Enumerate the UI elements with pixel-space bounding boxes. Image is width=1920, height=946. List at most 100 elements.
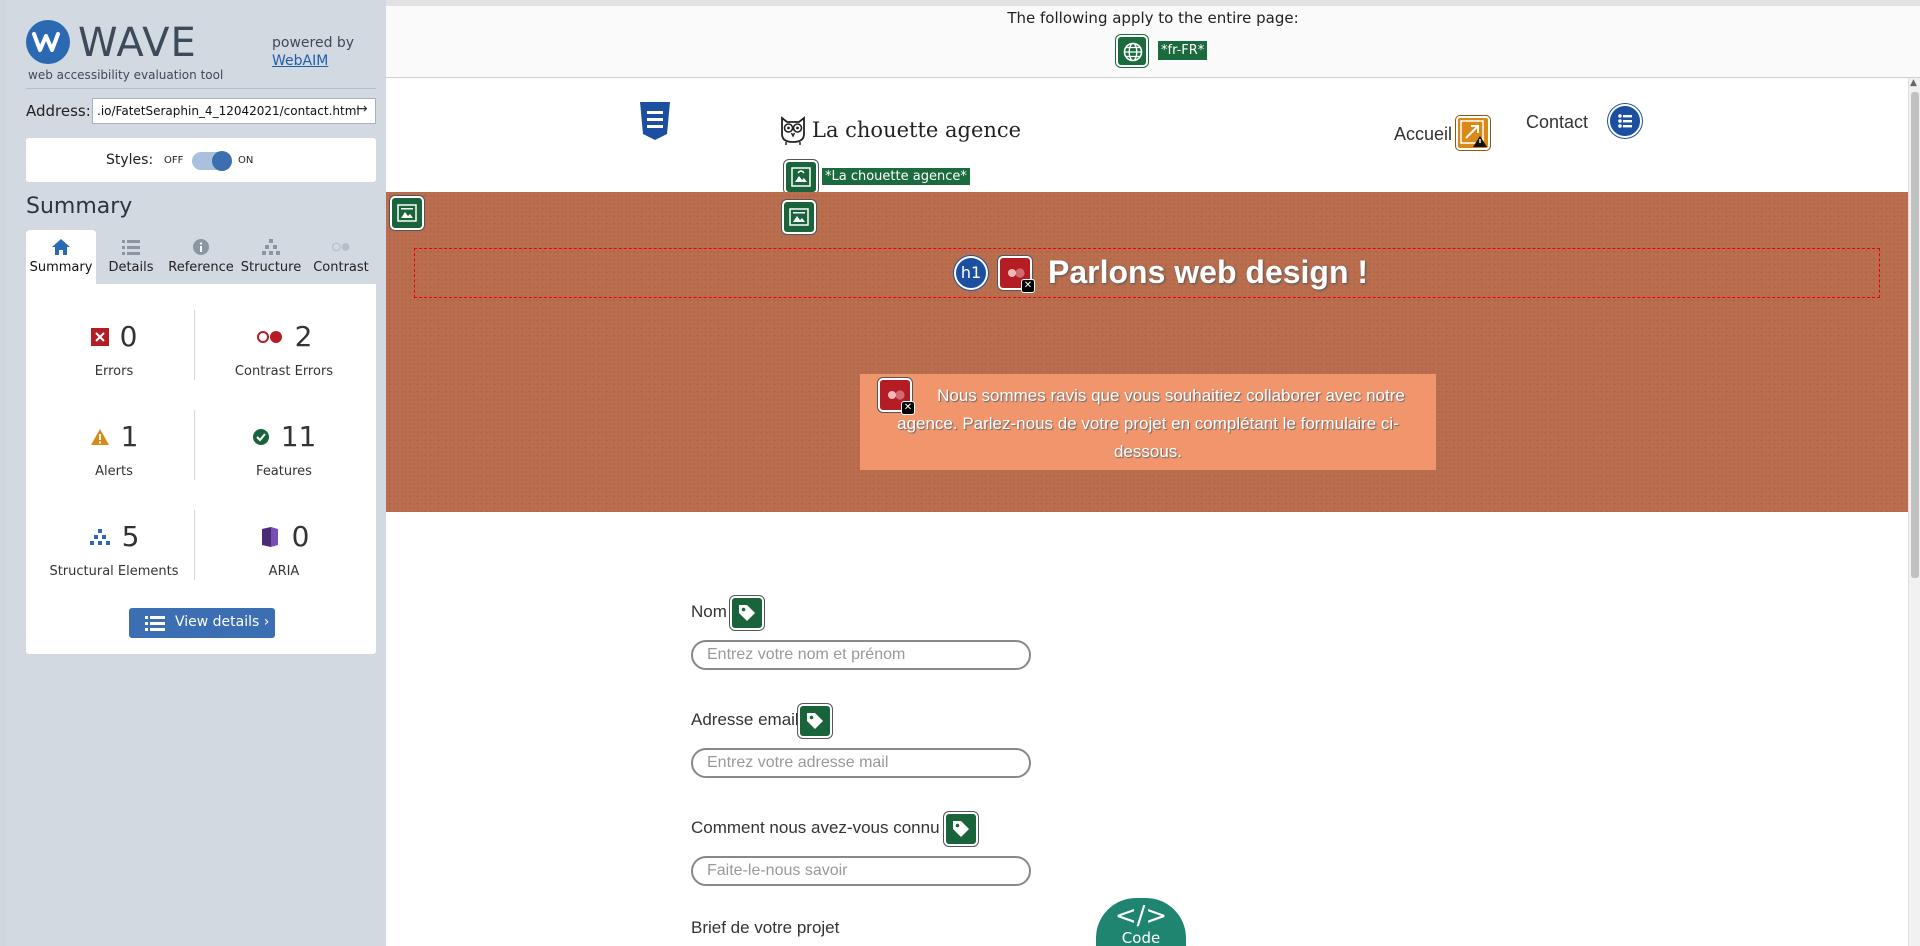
close-icon: ✕	[901, 401, 915, 415]
contrast-errors-count: 2	[294, 320, 313, 353]
divider	[26, 88, 376, 89]
language-label: *fr-FR*	[1158, 41, 1208, 60]
address-bar: Address: .io/FatetSeraphin_4_12042021/co…	[26, 98, 380, 126]
wave-logo-subtitle: web accessibility evaluation tool	[28, 68, 224, 82]
styles-on-label: ON	[238, 155, 254, 166]
h1-badge-icon[interactable]: h1	[954, 256, 988, 290]
unordered-list-icon[interactable]	[1608, 104, 1642, 138]
stat-features[interactable]: 11 Features	[204, 410, 364, 490]
features-label: Features	[256, 464, 312, 479]
alerts-label: Alerts	[95, 464, 133, 479]
contrast-error-icon[interactable]: ✕	[998, 256, 1035, 293]
contrast-icon	[331, 242, 350, 252]
stat-contrast-errors[interactable]: 2 Contrast Errors	[204, 310, 364, 390]
powered-by: powered by WebAIM	[272, 34, 354, 70]
code-panel-tab[interactable]: </> Code	[1096, 898, 1186, 946]
contrast-error-icon	[256, 330, 282, 343]
scroll-up-icon[interactable]: ▲	[1910, 78, 1917, 88]
brief-label: Brief de votre projet	[691, 918, 840, 937]
wave-logo-icon	[26, 20, 70, 64]
summary-panel: Summary Details Reference Structure Cont…	[26, 230, 376, 654]
feature-check-icon	[252, 428, 269, 445]
source-input[interactable]: Faite-le-nous savoir	[691, 856, 1031, 886]
tab-label: Contrast	[313, 260, 369, 275]
form-label-tag-icon[interactable]	[798, 704, 832, 738]
banner-text: The following apply to the entire page:	[1007, 9, 1299, 27]
info-icon	[193, 239, 209, 255]
address-input[interactable]: .io/FatetSeraphin_4_12042021/contact.htm…	[92, 98, 376, 124]
image-icon[interactable]	[782, 200, 816, 234]
tab-details[interactable]: Details	[96, 230, 166, 284]
stat-aria[interactable]: 0 ARIA	[204, 510, 364, 590]
hero-intro-text: Nous sommes ravis que vous souhaitiez co…	[870, 382, 1426, 466]
owl-logo-icon	[781, 116, 805, 145]
aria-count: 0	[291, 520, 310, 553]
structural-count: 5	[121, 520, 140, 553]
code-icon: </>	[1114, 901, 1168, 931]
tab-label: Reference	[168, 260, 234, 275]
hero-banner: h1 ✕ Parlons web design ! Nous sommes ra…	[386, 192, 1908, 512]
tab-summary[interactable]: Summary	[26, 230, 96, 284]
nav-link-contact[interactable]: Contact	[1526, 112, 1588, 133]
linked-image-icon[interactable]	[784, 160, 818, 194]
page-scrollbar[interactable]: ▲	[1908, 78, 1920, 946]
panel-tabs: Summary Details Reference Structure Cont…	[26, 230, 376, 284]
styles-off-label: OFF	[164, 155, 184, 166]
arrow-right-icon[interactable]: →	[356, 101, 368, 117]
scrollbar-thumb[interactable]	[1911, 92, 1919, 578]
aria-label: ARIA	[268, 564, 300, 579]
tab-reference[interactable]: Reference	[166, 230, 236, 284]
language-globe-icon[interactable]	[1116, 35, 1148, 67]
tab-label: Details	[108, 260, 154, 275]
divider	[194, 410, 195, 480]
styles-toggle[interactable]	[192, 151, 232, 171]
brand-name: La chouette agence	[812, 118, 1022, 142]
page-title: Parlons web design !	[1048, 254, 1369, 290]
webaim-link[interactable]: WebAIM	[272, 52, 354, 70]
contrast-errors-label: Contrast Errors	[234, 364, 334, 379]
list-icon	[145, 616, 165, 631]
email-input[interactable]: Entrez votre adresse mail	[691, 748, 1031, 778]
form-label-tag-icon[interactable]	[730, 596, 764, 630]
source-label: Comment nous avez-vous connu ?	[691, 818, 954, 837]
image-icon[interactable]	[390, 196, 424, 230]
powered-by-text: powered by	[272, 35, 355, 51]
divider	[194, 510, 195, 580]
stat-alerts[interactable]: 1 Alerts	[34, 410, 194, 490]
hierarchy-icon	[89, 528, 110, 545]
brand-alt-label: *La chouette agence*	[822, 168, 970, 185]
site-preview: La chouette agence *La chouette agence* …	[386, 78, 1908, 946]
css-badge-icon[interactable]	[638, 102, 672, 140]
styles-toggle-box: Styles: OFF ON	[26, 138, 376, 182]
aria-icon	[261, 526, 278, 547]
toggle-knob	[212, 151, 232, 171]
alert-icon	[90, 428, 109, 445]
structural-label: Structural Elements	[49, 564, 179, 579]
tab-structure[interactable]: Structure	[236, 230, 306, 284]
code-tab-label: Code	[1121, 929, 1161, 946]
view-details-button[interactable]: View details ›	[129, 608, 275, 638]
email-label: Adresse email	[691, 710, 799, 729]
nav-link-accueil[interactable]: Accueil	[1394, 124, 1452, 145]
tab-contrast[interactable]: Contrast	[306, 230, 376, 284]
redundant-link-alert-icon[interactable]	[1456, 116, 1490, 150]
errors-label: Errors	[94, 364, 134, 379]
stat-structural[interactable]: 5 Structural Elements	[34, 510, 194, 590]
alerts-count: 1	[120, 420, 139, 453]
name-label: Nom	[691, 602, 727, 621]
tab-label: Structure	[240, 260, 302, 275]
hierarchy-icon	[262, 239, 280, 255]
name-input[interactable]: Entrez votre nom et prénom	[691, 640, 1031, 670]
wave-sidebar: WAVE web accessibility evaluation tool p…	[0, 0, 386, 946]
divider	[194, 310, 195, 380]
stat-errors[interactable]: 0 Errors	[34, 310, 194, 390]
contrast-error-icon[interactable]: ✕	[878, 378, 915, 415]
wave-logo-word: WAVE	[78, 20, 197, 66]
styles-label: Styles:	[106, 152, 154, 168]
tab-label: Summary	[29, 260, 93, 275]
hero-intro-body: Nous sommes ravis que vous souhaitiez co…	[897, 386, 1405, 461]
wave-logo[interactable]: WAVE web accessibility evaluation tool p…	[26, 18, 380, 88]
form-label-tag-icon[interactable]	[944, 812, 978, 846]
errors-count: 0	[119, 320, 138, 353]
error-icon	[90, 327, 109, 346]
